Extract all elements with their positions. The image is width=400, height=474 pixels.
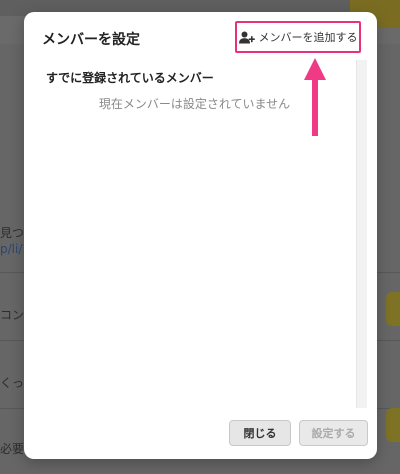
- background-tab: [386, 408, 400, 442]
- background-text-4: 必要: [0, 442, 25, 456]
- add-member-button[interactable]: メンバーを追加する: [235, 21, 361, 53]
- dialog-title: メンバーを設定: [42, 32, 140, 48]
- registered-members-heading: すでに登録されているメンバー: [46, 71, 214, 85]
- add-member-label: メンバーを追加する: [258, 31, 358, 44]
- up-arrow-icon: [303, 56, 327, 142]
- close-button[interactable]: 閉じる: [229, 420, 291, 446]
- add-person-icon: [238, 31, 255, 44]
- scrollbar[interactable]: [356, 60, 367, 408]
- background-text-1: 見つ: [0, 226, 25, 240]
- set-button[interactable]: 設定する: [299, 420, 368, 446]
- background-tab: [386, 292, 400, 326]
- member-settings-dialog: メンバーを設定 メンバーを追加する すでに登録されているメンバー 現在メンバーは…: [24, 12, 377, 459]
- background-text-3: くっ: [0, 376, 25, 390]
- background-text-2: コン: [0, 308, 25, 322]
